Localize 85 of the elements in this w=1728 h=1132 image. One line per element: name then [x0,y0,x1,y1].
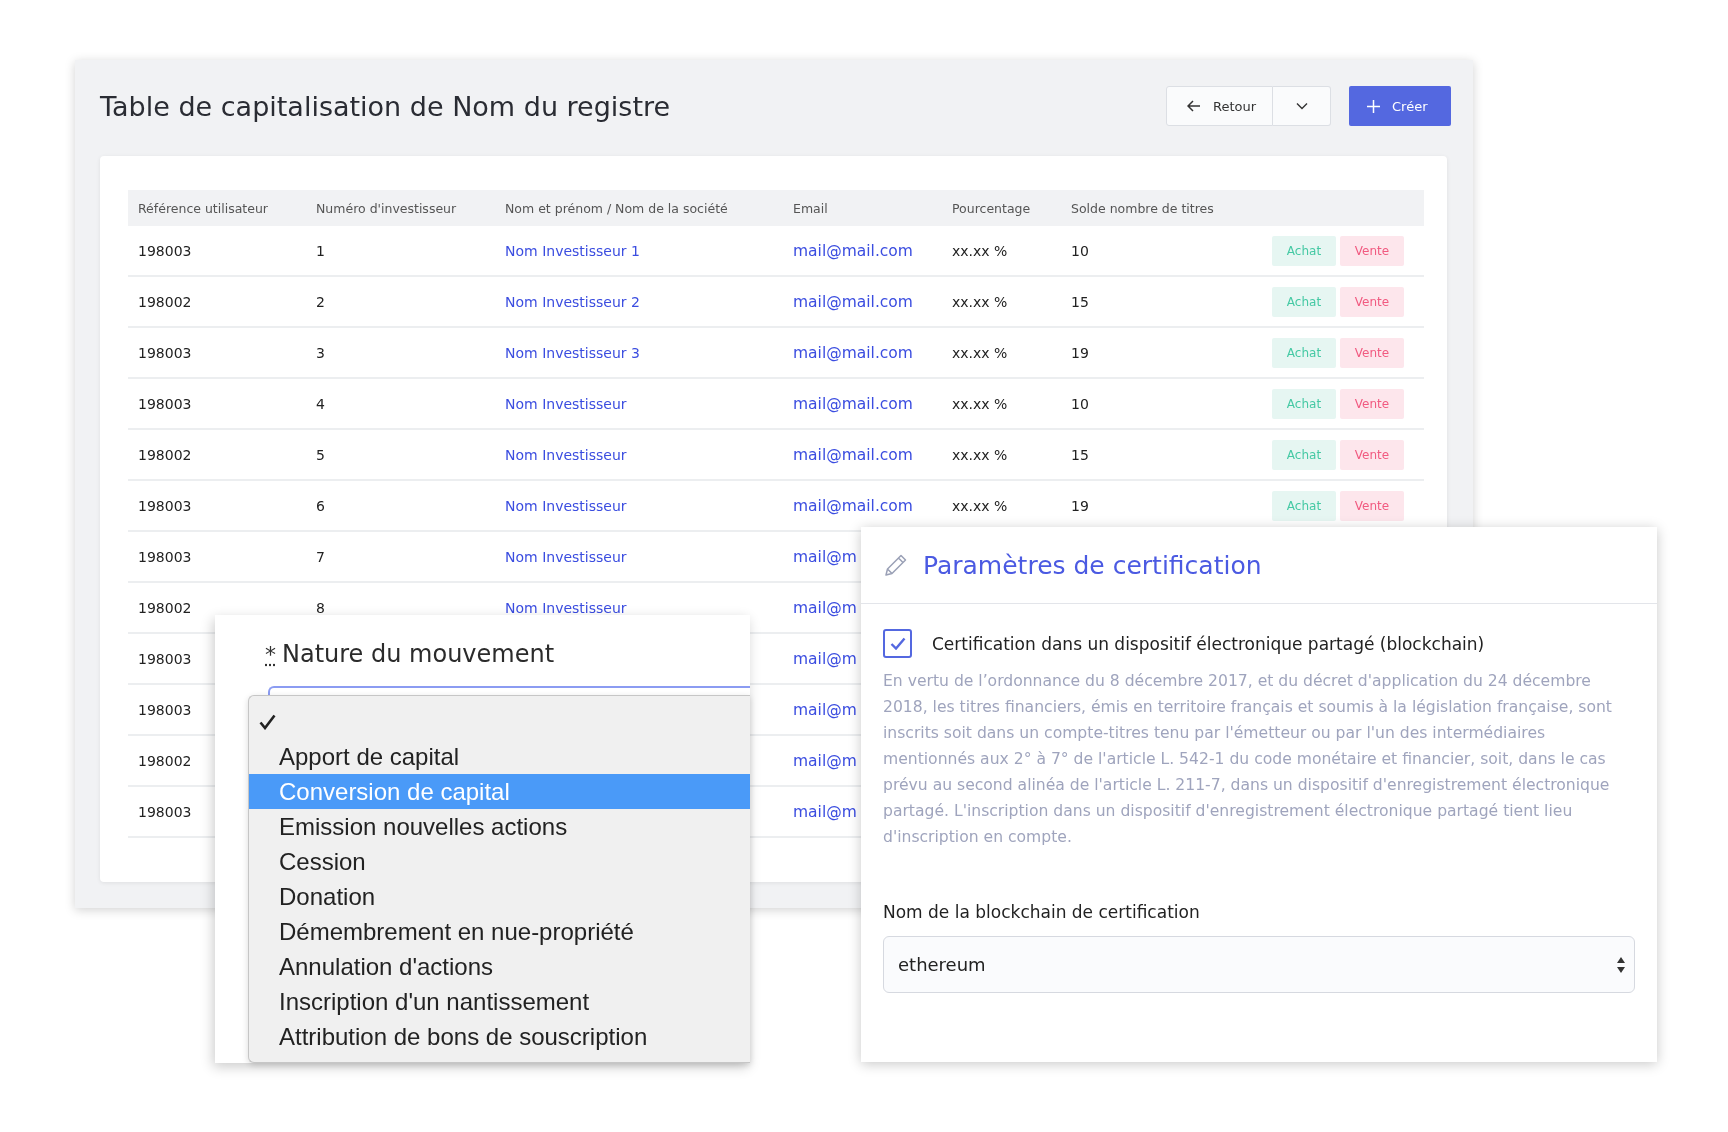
table-cell: 198003 [138,242,192,259]
table-cell: xx.xx % [952,497,1008,514]
email-link[interactable]: mail@m [793,547,857,566]
panel-title: Paramètres de certification [923,550,1262,580]
table-cell: xx.xx % [952,242,1008,259]
legal-notice: En vertu de l’ordonnance du 8 décembre 2017, et du décret d'application du 24 décembre 2018, les titres financiers, émis en territoire français et soumis à la législation française, sont inscrits soit dans un compte-titres tenu par l'émetteur ou par l'un des intermédiaires mentionnés aux 2° à 7° de l'article L. 542-1 du code monétaire et financier, soit, dans le cas prévu au second alinéa de l'article L. 211-7, dans un dispositif d'enregistrement électronique partagé. L'inscription dans un dispositif d'enregistrement électronique partagé tient lieu d'inscription en compte. [883,671,1613,848]
email-link[interactable]: mail@m [793,751,857,770]
table-cell: 3 [316,344,325,361]
menu-option[interactable]: Démembrement en nue-propriété [249,914,750,949]
table-cell: 198003 [138,650,192,667]
table-cell: 198003 [138,548,192,565]
email-link[interactable]: mail@m [793,700,857,719]
table-cell: xx.xx % [952,344,1008,361]
required-mark: * [265,642,276,667]
table-cell: 4 [316,395,325,412]
table-cell: 15 [1071,446,1089,463]
email-link[interactable]: mail@m [793,649,857,668]
table-cell: 198002 [138,752,192,769]
menu-option[interactable]: Donation [249,879,750,914]
column-header: Pourcentage [952,200,1031,216]
table-cell: 198003 [138,803,192,820]
email-link[interactable]: mail@mail.com [793,241,913,260]
table-cell: 19 [1071,344,1089,361]
investor-link[interactable]: Nom Investisseur [505,548,627,565]
table-cell: 8 [316,599,325,616]
checkbox[interactable] [883,629,912,658]
pencil-icon [883,552,909,578]
table-cell: 10 [1071,242,1089,259]
investor-link[interactable]: Nom Investisseur [505,497,627,514]
email-link[interactable]: mail@mail.com [793,496,913,515]
check-icon [889,637,906,650]
table-cell: xx.xx % [952,446,1008,463]
investor-link[interactable]: Nom Investisseur 1 [505,242,640,259]
menu-option[interactable]: Apport de capital [249,739,750,774]
select-field[interactable]: ethereum [883,936,1635,993]
menu-option[interactable]: Annulation d'actions [249,949,750,984]
email-link[interactable]: mail@m [793,802,857,821]
investor-link[interactable]: Nom Investisseur 3 [505,344,640,361]
email-link[interactable]: mail@m [793,598,857,617]
field-label: Nature du mouvement [282,640,555,668]
field-label: Nom de la blockchain de certification [883,902,1201,922]
email-link[interactable]: mail@mail.com [793,394,913,413]
column-header: Email [793,200,828,216]
column-header: Solde nombre de titres [1071,200,1214,216]
table-cell: 198002 [138,599,192,616]
table-cell: 5 [316,446,325,463]
checkbox-label: Certification dans un dispositif électronique partagé (blockchain) [932,633,1485,654]
investor-link[interactable]: Nom Investisseur [505,599,627,616]
investor-link[interactable]: Nom Investisseur 2 [505,293,640,310]
table-cell: 198002 [138,446,192,463]
table-cell: xx.xx % [952,395,1008,412]
table-cell: 198002 [138,293,192,310]
column-header: Nom et prénom / Nom de la société [505,200,728,216]
table-cell: 15 [1071,293,1089,310]
back-button[interactable]: Retour [1166,86,1273,126]
menu-option[interactable]: Inscription d'un nantissement [249,984,750,1019]
column-header: Numéro d'investisseur [316,200,457,216]
column-header: Référence utilisateur [138,200,268,216]
arrow-left-icon [1187,100,1201,112]
dropdown-button[interactable] [1273,86,1331,126]
page-title: Table de capitalisation de Nom du registre [100,90,672,122]
menu-option[interactable]: Cession [249,844,750,879]
table-cell: 1 [316,242,325,259]
email-link[interactable]: mail@mail.com [793,343,913,362]
table-cell: 198003 [138,497,192,514]
check-icon [259,713,276,730]
table-cell: 198003 [138,395,192,412]
table-cell: 7 [316,548,325,565]
table-cell: 198003 [138,344,192,361]
investor-link[interactable]: Nom Investisseur [505,446,627,463]
create-button[interactable]: Créer [1349,86,1451,126]
email-link[interactable]: mail@mail.com [793,445,913,464]
menu-option[interactable]: Emission nouvelles actions [249,809,750,844]
sort-arrows-icon [1616,955,1626,974]
email-link[interactable]: mail@mail.com [793,292,913,311]
menu-option[interactable]: Attribution de bons de souscription [249,1019,750,1054]
table-cell: 19 [1071,497,1089,514]
investor-link[interactable]: Nom Investisseur [505,395,627,412]
table-cell: xx.xx % [952,293,1008,310]
table-cell: 6 [316,497,325,514]
table-cell: 2 [316,293,325,310]
caret-icon [1295,102,1308,110]
table-cell: 198003 [138,701,192,718]
table-cell: 10 [1071,395,1089,412]
plus-icon [1367,99,1380,113]
